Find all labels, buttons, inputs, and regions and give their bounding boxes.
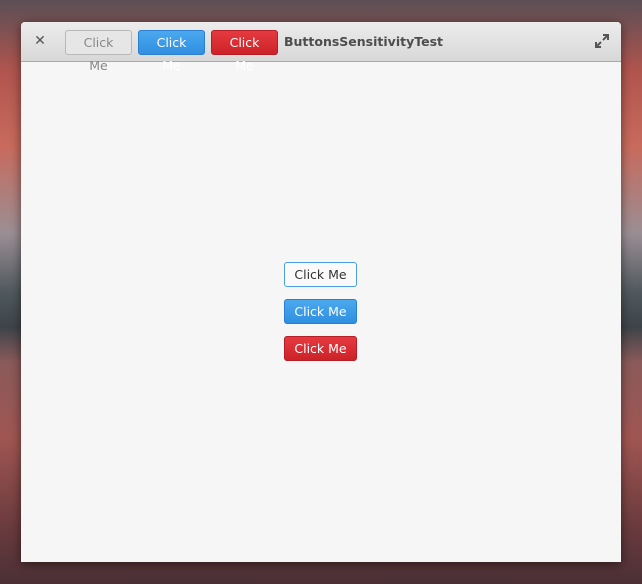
click-me-blue-button[interactable]: Click Me bbox=[284, 299, 357, 324]
header-bar: ✕ Click Me Click Me Click Me ButtonsSens… bbox=[21, 22, 621, 73]
app-window: ✕ Click Me Click Me Click Me ButtonsSens… bbox=[21, 22, 621, 562]
header-click-me-blue-button[interactable]: Click Me bbox=[138, 30, 205, 73]
click-me-button[interactable]: Click Me bbox=[284, 262, 357, 287]
maximize-icon[interactable] bbox=[595, 34, 609, 48]
header-click-me-disabled-button: Click Me bbox=[65, 30, 132, 73]
window-title: ButtonsSensitivityTest bbox=[284, 34, 443, 49]
header-click-me-red-button[interactable]: Click Me bbox=[211, 30, 278, 73]
close-icon[interactable]: ✕ bbox=[32, 33, 48, 49]
click-me-red-button[interactable]: Click Me bbox=[284, 336, 357, 361]
